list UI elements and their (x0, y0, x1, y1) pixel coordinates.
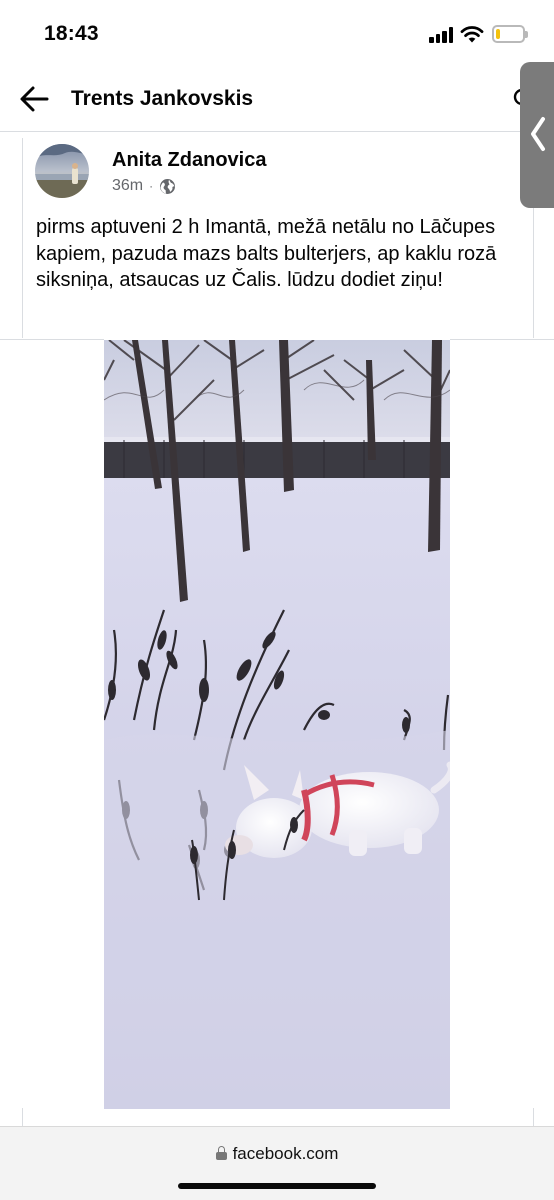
side-pull-tab[interactable] (520, 62, 554, 208)
divider (0, 339, 104, 340)
post-border-left (22, 138, 23, 338)
url-display[interactable]: facebook.com (0, 1144, 554, 1164)
cellular-signal-icon (429, 27, 455, 43)
home-indicator[interactable] (178, 1183, 376, 1189)
meta-separator: · (149, 179, 154, 193)
url-text: facebook.com (232, 1144, 339, 1163)
battery-icon (492, 25, 528, 43)
chevron-left-icon (531, 117, 545, 151)
page-header: Trents Jankovskis (0, 70, 554, 132)
status-time: 18:43 (44, 22, 99, 45)
status-bar: 18:43 (0, 0, 554, 70)
post-photo[interactable] (104, 340, 450, 1109)
page-title: Trents Jankovskis (71, 87, 254, 110)
post-border-right (533, 208, 534, 338)
wifi-icon (460, 26, 484, 43)
browser-address-bar[interactable]: facebook.com (0, 1126, 554, 1200)
avatar[interactable] (35, 144, 89, 198)
post-border-right (533, 1108, 534, 1126)
post-meta: 36m · (112, 177, 176, 195)
post-timestamp[interactable]: 36m (112, 177, 143, 195)
post-border-left (22, 1108, 23, 1126)
divider (450, 339, 554, 340)
post-author-name[interactable]: Anita Zdanovica (112, 149, 266, 172)
globe-icon (160, 178, 176, 194)
post-body-text: pirms aptuveni 2 h Imantā, mežā netālu n… (36, 216, 497, 291)
lock-icon (215, 1146, 227, 1160)
arrow-left-icon[interactable] (18, 84, 52, 114)
